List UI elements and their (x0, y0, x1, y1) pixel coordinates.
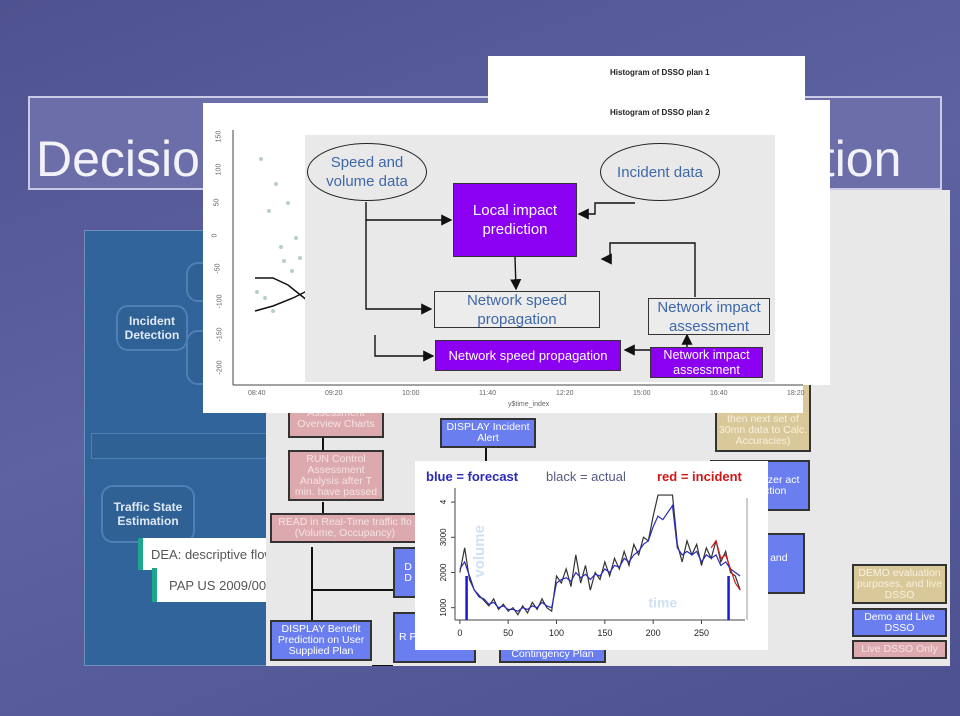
note-dea: DEA: descriptive flow r (138, 538, 278, 570)
traffic-state-estimation-node: Traffic State Estimation (101, 485, 195, 543)
x-tick: 09:20 (325, 390, 343, 397)
legend-live-only: Live DSSO Only (852, 640, 947, 659)
run-control-assessment-box: RUN Control Assessment Analysis after T … (288, 450, 384, 501)
x-tick-label: 250 (694, 628, 709, 638)
x-tick-label: 150 (597, 628, 612, 638)
y-tick-label: 4 (439, 499, 448, 504)
slide-title-left: Decisio (36, 131, 200, 187)
series-line (459, 503, 741, 612)
y-tick: 50 (213, 198, 221, 207)
volume-chart-plot: 0 50 100 150 200 250 1000 2000 3000 4 volume time (439, 488, 748, 638)
y-tick: -200 (216, 360, 224, 375)
y-tick: -50 (214, 263, 222, 274)
x-tick: 08:40 (248, 390, 266, 397)
series-line (710, 539, 741, 591)
x-tick-label: 0 (457, 628, 462, 638)
display-incident-alert-box: DISPLAY Incident Alert (440, 418, 536, 448)
y-axis-label: volume (471, 525, 488, 578)
x-tick: 18:20 (787, 390, 805, 397)
read-realtime-box: READ in Real-Time traffic flo (Volume, O… (270, 513, 420, 543)
incident-detection-node: Incident Detection (116, 305, 188, 351)
y-tick-label: 3000 (439, 528, 448, 546)
y-tick: -150 (216, 327, 224, 342)
network-speed-propagation-node-2: Network speed propagation (435, 340, 621, 371)
legend-demo-live: Demo and Live DSSO (852, 608, 947, 637)
histogram-plan1-title: Histogram of DSSO plan 1 (610, 68, 710, 77)
local-impact-prediction-node: Local impact prediction (453, 183, 577, 257)
display-benefit-box: DISPLAY Benefit Prediction on User Suppl… (270, 620, 372, 661)
legend-demo-evaluation: DEMO evaluation purposes, and live DSSO (852, 564, 947, 604)
x-tick-label: 200 (646, 628, 661, 638)
x-tick: 15:00 (633, 390, 651, 397)
x-tick: 12:20 (556, 390, 574, 397)
process-bar (91, 433, 281, 459)
y-tick-label: 1000 (439, 598, 448, 616)
x-tick-label: 100 (549, 628, 564, 638)
histogram-plan2-title: Histogram of DSSO plan 2 (610, 108, 710, 117)
x-tick: 11:40 (479, 390, 496, 397)
x-tick-label: 50 (503, 628, 513, 638)
network-impact-assessment-node-2: Network impact assessment (650, 347, 763, 378)
y-tick: 0 (211, 233, 219, 238)
y-tick: 100 (215, 163, 223, 176)
speed-volume-data-node: Speed and volume data (307, 143, 427, 201)
histogram-plan1: Histogram of DSSO plan 1 (488, 56, 805, 106)
speed-diff-xlabel: y$time_index (508, 401, 550, 408)
note-pap: PAP US 2009/009 (152, 568, 278, 602)
y-tick: 150 (215, 130, 223, 143)
network-impact-assessment-node: Network impact assessment (648, 298, 770, 335)
x-tick: 16:40 (710, 390, 728, 397)
y-tick: -100 (216, 294, 224, 309)
x-axis-label: time (648, 595, 677, 611)
x-tick: 10:00 (402, 390, 420, 397)
network-speed-propagation-node: Network speed propagation (434, 291, 600, 328)
y-tick-label: 2000 (439, 563, 448, 581)
incident-data-node: Incident data (600, 143, 720, 201)
